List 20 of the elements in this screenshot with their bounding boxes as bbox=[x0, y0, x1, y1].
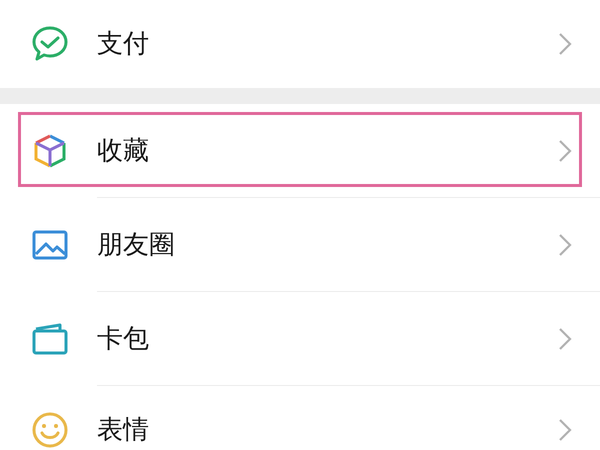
chevron-icon bbox=[558, 138, 572, 162]
menu-label: 支付 bbox=[97, 28, 150, 61]
chevron-icon bbox=[558, 418, 572, 442]
chevron-icon bbox=[558, 232, 572, 256]
menu-item[interactable]: 卡包 bbox=[0, 292, 600, 385]
menu-label: 朋友圈 bbox=[97, 228, 176, 262]
smiley-icon bbox=[32, 412, 68, 448]
menu-item[interactable]: 收藏 bbox=[0, 104, 600, 197]
menu-item[interactable]: 表情 bbox=[0, 386, 600, 450]
menu-item[interactable]: 支付 bbox=[0, 0, 600, 88]
menu-label: 卡包 bbox=[97, 322, 150, 356]
chat-check-icon bbox=[32, 26, 68, 60]
cube-icon bbox=[34, 134, 66, 167]
menu-item[interactable]: 朋友圈 bbox=[0, 198, 600, 291]
card-icon bbox=[32, 323, 68, 354]
chevron-icon bbox=[558, 32, 572, 56]
chevron-icon bbox=[558, 326, 572, 350]
picture-frame-icon bbox=[32, 230, 68, 259]
menu-label: 收藏 bbox=[97, 134, 150, 168]
menu-label: 表情 bbox=[97, 414, 150, 447]
